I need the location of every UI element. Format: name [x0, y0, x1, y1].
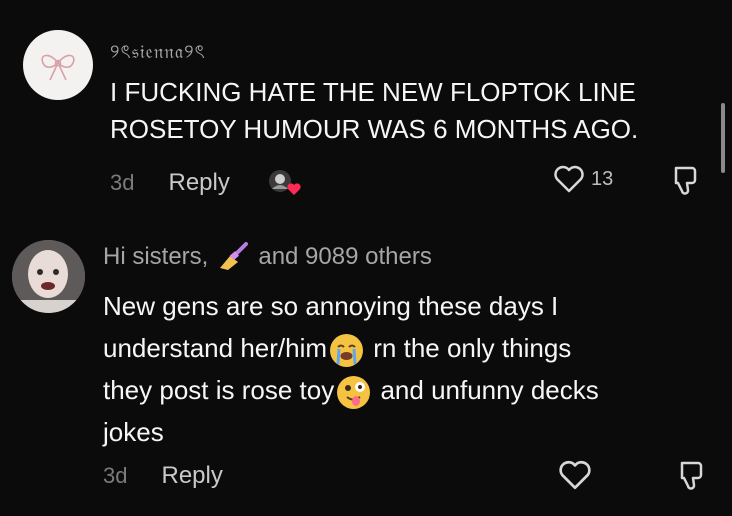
avatar[interactable]	[23, 30, 93, 100]
like-button[interactable]: 13	[553, 165, 613, 193]
like-button[interactable]	[558, 460, 592, 490]
reply-button[interactable]: Reply	[168, 169, 229, 197]
heart-icon	[554, 165, 584, 193]
comment-2: Hi sisters, and 9089 others New gens are…	[0, 210, 732, 516]
zany-face-icon	[337, 375, 371, 409]
face-avatar	[12, 240, 85, 313]
comment-1: ୨ৎ𝔰𝔦𝔢𝔫𝔫𝔞୨ৎ I FUCKING HATE THE NEW FLOPTO…	[0, 0, 732, 210]
loudly-crying-face-icon	[330, 333, 364, 367]
comment-date: 3d	[103, 463, 128, 488]
comment-meta: 3d Reply	[103, 462, 223, 490]
thumbs-down-icon	[674, 166, 697, 195]
comment-date: 3d	[110, 170, 135, 195]
comment-text: I FUCKING HATE THE NEW FLOPTOK LINE ROSE…	[110, 77, 639, 144]
creator-liked-heart-icon	[264, 167, 304, 199]
reply-button[interactable]: Reply	[161, 462, 222, 490]
comment-username[interactable]: ୨ৎ𝔰𝔦𝔢𝔫𝔫𝔞୨ৎ	[110, 38, 206, 70]
bow-icon	[41, 54, 75, 81]
comment-username[interactable]: Hi sisters, and 9089 others	[103, 242, 432, 272]
comment-meta: 3d Reply	[110, 167, 304, 199]
avatar[interactable]	[12, 240, 85, 313]
heart-icon	[559, 460, 591, 490]
dislike-button[interactable]	[676, 460, 706, 497]
dislike-button[interactable]	[670, 165, 700, 202]
like-count: 13	[591, 167, 614, 190]
comment-text: New gens are so annoying these days I un…	[103, 291, 599, 447]
thumbs-down-icon	[680, 461, 703, 490]
nail-polish-icon	[220, 242, 249, 270]
